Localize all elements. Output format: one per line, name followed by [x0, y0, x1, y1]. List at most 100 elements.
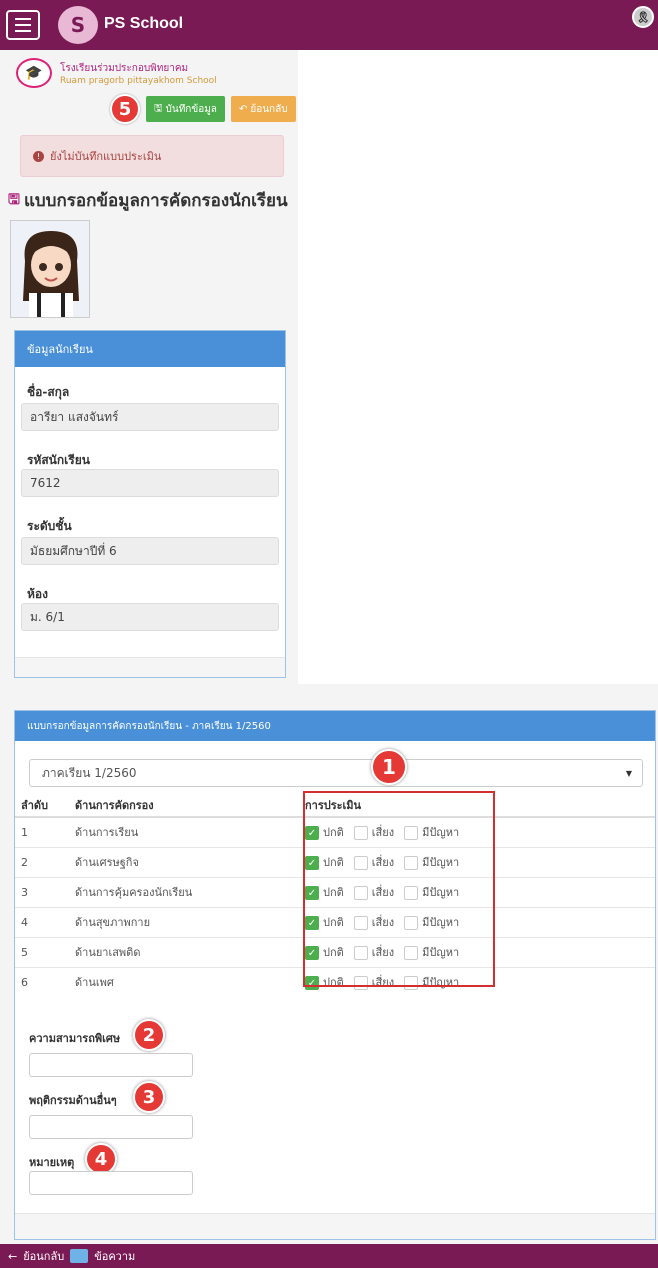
panel-footer — [15, 657, 285, 677]
assessment-option[interactable]: มีปัญหา — [404, 853, 459, 871]
assessment-option[interactable]: ✓ ปกติ — [305, 973, 344, 991]
checkbox-empty-icon[interactable] — [404, 946, 419, 960]
hamburger-menu-icon[interactable] — [6, 10, 40, 40]
special-ability-input[interactable] — [29, 1053, 193, 1077]
special-ability-label: ความสามารถพิเศษ — [29, 1032, 121, 1045]
checkbox-checked-icon[interactable]: ✓ — [305, 946, 319, 960]
row-assessment: ✓ ปกติ เสี่ยง มีปัญหา — [305, 876, 655, 907]
assessment-option[interactable]: เสี่ยง — [353, 823, 395, 841]
row-aspect: ด้านการคุ้มครองนักเรียน — [75, 876, 305, 907]
row-assessment: ✓ ปกติ เสี่ยง มีปัญหา — [305, 906, 655, 937]
row-assessment: ✓ ปกติ เสี่ยง มีปัญหา — [305, 966, 655, 997]
mail-icon[interactable] — [70, 1249, 89, 1263]
checkbox-empty-icon[interactable] — [353, 886, 368, 900]
assessment-option[interactable]: ✓ ปกติ — [305, 853, 344, 871]
room-label: ห้อง — [27, 587, 48, 601]
assessment-option[interactable]: มีปัญหา — [404, 823, 459, 841]
bottom-back-link[interactable]: ย้อนกลับ — [23, 1247, 64, 1265]
school-header: 🎓 โรงเรียนร่วมประกอบพิทยาคม Ruam pragorb… — [16, 58, 217, 88]
assessment-option[interactable]: ✓ ปกติ — [305, 883, 344, 901]
assessment-option[interactable]: เสี่ยง — [353, 913, 394, 931]
checkbox-empty-icon[interactable] — [404, 886, 419, 900]
checkbox-empty-icon[interactable] — [353, 976, 368, 991]
assessment-option[interactable]: เสี่ยง — [353, 853, 394, 871]
other-behavior-label: พฤติกรรมด้านอื่นๆ — [29, 1094, 117, 1107]
checkbox-checked-icon[interactable]: ✓ — [305, 976, 319, 991]
bottom-nav-bar: ← ย้อนกลับ ข้อความ — [0, 1244, 658, 1268]
exclamation-icon: ! — [33, 150, 44, 162]
assessment-option[interactable]: เสี่ยง — [353, 973, 395, 991]
table-row: 4 ด้านสุขภาพกาย ✓ ปกติ เสี่ยง มีปัญหา — [15, 906, 655, 937]
row-aspect: ด้านเพศ — [75, 966, 305, 997]
semester-select[interactable]: ภาคเรียน 1/2560 ▼ — [29, 759, 643, 787]
student-info-heading: ข้อมูลนักเรียน — [15, 331, 285, 367]
school-logo-icon: 🎓 — [16, 58, 52, 88]
checkbox-checked-icon[interactable]: ✓ — [305, 886, 319, 900]
assessment-option[interactable]: ✓ ปกติ — [305, 823, 344, 841]
unsaved-alert: ! ยังไม่บันทึกแบบประเมิน — [20, 135, 284, 177]
assessment-option[interactable]: มีปัญหา — [404, 913, 459, 931]
row-number: 5 — [15, 936, 75, 967]
option-label: ปกติ — [323, 916, 344, 929]
checkbox-empty-icon[interactable] — [353, 826, 368, 841]
bottom-message-link[interactable]: ข้อความ — [94, 1247, 135, 1265]
row-number: 2 — [15, 846, 75, 877]
other-behavior-input[interactable] — [29, 1115, 193, 1139]
floppy-disk-icon: 🖫 — [154, 102, 163, 114]
remarks-label: หมายเหตุ — [29, 1156, 75, 1169]
row-number: 6 — [15, 966, 75, 997]
grade-level-field: มัธยมศึกษาปีที่ 6 — [21, 537, 279, 565]
panel-footer — [15, 1213, 655, 1239]
checkbox-empty-icon[interactable] — [404, 826, 419, 841]
checkbox-empty-icon[interactable] — [404, 976, 419, 991]
option-label: เสี่ยง — [371, 976, 395, 990]
student-info-panel: ข้อมูลนักเรียน ชื่อ-สกุล อารียา แสงจันทร… — [14, 330, 286, 678]
checkbox-empty-icon[interactable] — [353, 856, 368, 870]
row-number: 4 — [15, 906, 75, 937]
checkbox-empty-icon[interactable] — [404, 856, 419, 870]
semester-select-value: ภาคเรียน 1/2560 — [42, 765, 137, 780]
assessment-option[interactable]: มีปัญหา — [404, 973, 459, 991]
screening-table: ลำดับ ด้านการคัดกรอง การประเมิน 1 ด้านการ… — [15, 793, 655, 997]
screening-panel: แบบกรอกข้อมูลการคัดกรองนักเรียน - ภาคเรี… — [14, 710, 656, 1240]
option-label: ปกติ — [323, 976, 344, 990]
remarks-input[interactable] — [29, 1171, 193, 1195]
step-badge-3: 3 — [133, 1081, 165, 1113]
col-aspect-header: ด้านการคัดกรอง — [75, 793, 305, 818]
assessment-option[interactable]: ✓ ปกติ — [305, 913, 344, 931]
row-assessment: ✓ ปกติ เสี่ยง มีปัญหา — [305, 816, 655, 847]
row-aspect: ด้านการเรียน — [75, 816, 305, 847]
app-title: PS School — [104, 15, 184, 32]
step-badge-5: 5 — [110, 94, 140, 124]
row-assessment: ✓ ปกติ เสี่ยง มีปัญหา — [305, 936, 655, 967]
back-button[interactable]: ↶ ย้อนกลับ — [230, 96, 296, 122]
checkbox-empty-icon[interactable] — [404, 916, 419, 930]
grade-level-label: ระดับชั้น — [27, 519, 72, 533]
option-label: ปกติ — [323, 856, 344, 869]
option-label: มีปัญหา — [422, 856, 460, 869]
save-button[interactable]: 🖫 บันทึกข้อมูล — [146, 96, 225, 122]
col-no-header: ลำดับ — [15, 793, 75, 818]
assessment-option[interactable]: เสี่ยง — [353, 883, 394, 901]
page-title-text: แบบกรอกข้อมูลการคัดกรองนักเรียน — [23, 191, 288, 211]
arrow-left-icon[interactable]: ← — [8, 1250, 17, 1263]
checkbox-checked-icon[interactable]: ✓ — [305, 856, 319, 870]
step-badge-1: 1 — [371, 749, 407, 785]
checkbox-checked-icon[interactable]: ✓ — [305, 916, 319, 930]
table-row: 6 ด้านเพศ ✓ ปกติ เสี่ยง มีปัญหา — [15, 966, 655, 997]
checkbox-checked-icon[interactable]: ✓ — [305, 826, 319, 841]
col-assessment-header: การประเมิน — [305, 793, 655, 818]
assessment-option[interactable]: เสี่ยง — [353, 943, 394, 961]
checkbox-empty-icon[interactable] — [353, 916, 368, 930]
name-label: ชื่อ-สกุล — [27, 385, 70, 399]
option-label: มีปัญหา — [422, 826, 460, 840]
assessment-option[interactable]: มีปัญหา — [404, 883, 459, 901]
assessment-option[interactable]: ✓ ปกติ — [305, 943, 344, 961]
floppy-disk-icon: 🖫 — [8, 191, 20, 208]
row-number: 1 — [15, 816, 75, 847]
assessment-option[interactable]: มีปัญหา — [404, 943, 459, 961]
option-label: เสี่ยง — [371, 826, 395, 840]
chevron-down-icon: ▼ — [625, 768, 632, 778]
checkbox-empty-icon[interactable] — [353, 946, 368, 960]
student-avatar — [10, 220, 90, 318]
